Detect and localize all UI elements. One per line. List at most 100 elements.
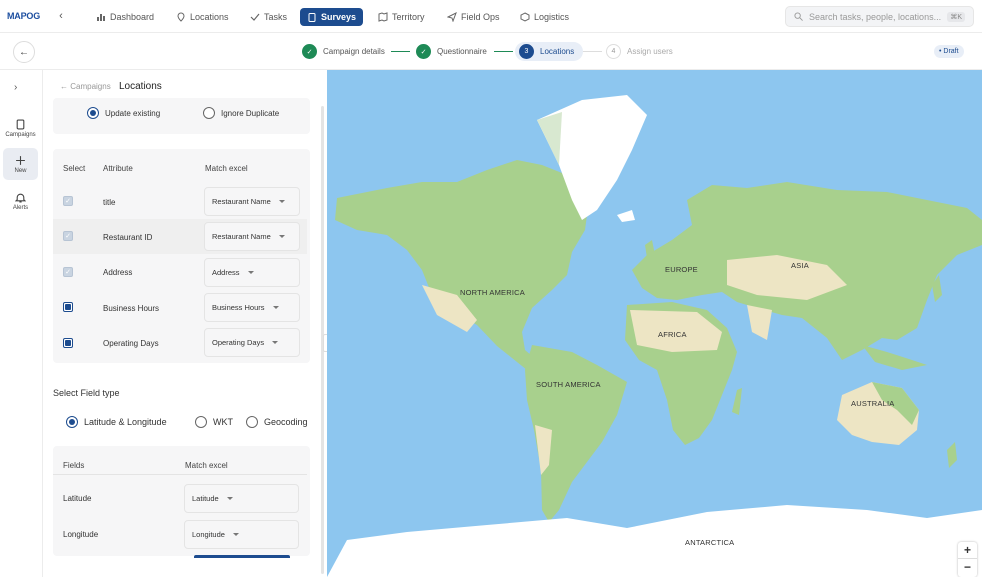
zoom-in-button[interactable]: + <box>958 542 977 559</box>
rail-label: Alerts <box>12 204 29 211</box>
match-dropdown[interactable]: Restaurant Name <box>204 187 300 216</box>
page-title: Locations <box>119 81 162 92</box>
row-checkbox-checked[interactable] <box>63 302 73 312</box>
radio-ignore-duplicate[interactable]: Ignore Duplicate <box>203 107 279 119</box>
nav-logistics-label: Logistics <box>534 12 570 22</box>
duplicate-options-card: Update existing Ignore Duplicate <box>53 98 310 134</box>
caret-down-icon <box>278 200 285 203</box>
attribute-name: Operating Days <box>103 339 159 348</box>
app-logo[interactable]: MAPOG <box>7 11 40 21</box>
table-row: ✓ Address Address <box>53 254 307 289</box>
nav-dashboard-label: Dashboard <box>110 12 155 22</box>
radio-geocoding[interactable]: Geocoding <box>246 416 308 428</box>
nav-surveys[interactable]: Surveys <box>300 8 364 26</box>
search-shortcut: ⌘K <box>947 11 965 22</box>
pin-icon <box>177 12 185 22</box>
map-label: AFRICA <box>658 330 687 339</box>
longitude-dropdown[interactable]: Longitude <box>184 520 299 549</box>
wizard-stepper: ← ✓ Campaign details ✓ Questionnaire 3 L… <box>0 33 982 70</box>
field-name: Latitude <box>63 494 92 503</box>
match-dropdown[interactable]: Restaurant Name <box>204 222 300 251</box>
column-header-match: Match excel <box>205 164 248 173</box>
row-checkbox-checked[interactable] <box>63 338 73 348</box>
nav-territory-label: Territory <box>392 12 425 22</box>
step-label: Questionnaire <box>437 47 487 56</box>
nav-dashboard[interactable]: Dashboard <box>89 8 161 26</box>
dropdown-value: Restaurant Name <box>212 197 271 206</box>
caret-down-icon <box>247 271 254 274</box>
match-dropdown[interactable]: Business Hours <box>204 293 300 322</box>
check-icon <box>250 13 260 21</box>
nav-surveys-label: Surveys <box>321 12 357 22</box>
map-label: SOUTH AMERICA <box>536 380 601 389</box>
rail-campaigns[interactable]: Campaigns <box>3 112 38 144</box>
chevron-left-icon: ‹ <box>59 10 63 22</box>
side-rail: › Campaigns New Alerts <box>0 70 43 577</box>
global-search[interactable]: Search tasks, people, locations... ⌘K <box>785 6 974 27</box>
breadcrumb[interactable]: ← Campaigns <box>60 82 111 91</box>
step-locations[interactable]: 3 Locations <box>515 42 584 61</box>
radio-label: Update existing <box>105 108 161 118</box>
step-number: 4 <box>606 44 621 59</box>
step-connector <box>583 51 602 52</box>
dropdown-value: Longitude <box>192 530 225 539</box>
table-row: Operating Days Operating Days <box>53 325 307 360</box>
match-dropdown[interactable]: Operating Days <box>204 328 300 357</box>
radio-unselected-icon <box>195 416 207 428</box>
row-checkbox-disabled: ✓ <box>63 231 73 241</box>
clipboard-icon <box>308 13 316 22</box>
field-name: Longitude <box>63 530 99 539</box>
zoom-out-button[interactable]: − <box>958 559 977 576</box>
desert-region <box>747 305 772 340</box>
dropdown-value: Business Hours <box>212 303 265 312</box>
attribute-name: Restaurant ID <box>103 233 153 242</box>
send-icon <box>447 12 457 22</box>
table-row: ✓ Restaurant ID Restaurant Name <box>53 219 307 254</box>
nav-locations-label: Locations <box>190 12 229 22</box>
table-row: Business Hours Business Hours <box>53 290 307 325</box>
radio-update-existing[interactable]: Update existing <box>87 107 160 119</box>
step-campaign-details[interactable]: ✓ Campaign details <box>302 42 385 61</box>
step-done-check-icon: ✓ <box>302 44 317 59</box>
nav-tasks-label: Tasks <box>264 12 288 22</box>
column-header-select: Select <box>63 164 86 173</box>
search-placeholder: Search tasks, people, locations... <box>809 11 942 22</box>
stepper-back-button[interactable]: ← <box>13 41 35 63</box>
nav-locations[interactable]: Locations <box>169 8 236 26</box>
step-assign-users[interactable]: 4 Assign users <box>606 42 673 61</box>
nav-logistics[interactable]: Logistics <box>513 8 576 26</box>
step-done-check-icon: ✓ <box>416 44 431 59</box>
nav-back-button[interactable]: ‹ <box>52 7 70 25</box>
uk-landmass <box>645 240 655 258</box>
nav-field-ops[interactable]: Field Ops <box>440 8 507 26</box>
map-label: ASIA <box>791 261 809 270</box>
rail-alerts[interactable]: Alerts <box>3 185 38 217</box>
radio-unselected-icon <box>203 107 215 119</box>
match-dropdown[interactable]: Address <box>204 258 300 287</box>
column-header-match: Match excel <box>185 461 228 470</box>
radio-label: WKT <box>213 417 233 427</box>
status-badge: • Draft <box>934 45 964 58</box>
column-header-fields: Fields <box>63 461 85 470</box>
nav-territory[interactable]: Territory <box>371 8 432 26</box>
attribute-mapping-table: Select Attribute Match excel ✓ title Res… <box>53 149 310 363</box>
row-checkbox-disabled: ✓ <box>63 267 73 277</box>
dropdown-value: Address <box>212 268 240 277</box>
nav-tasks[interactable]: Tasks <box>243 8 294 26</box>
search-icon <box>794 12 803 21</box>
expand-sidebar-button[interactable]: › <box>14 82 17 93</box>
latitude-dropdown[interactable]: Latitude <box>184 484 299 513</box>
chevron-right-icon: › <box>14 82 18 93</box>
step-questionnaire[interactable]: ✓ Questionnaire <box>416 42 487 61</box>
rail-new[interactable]: New <box>3 148 38 180</box>
radio-lat-long[interactable]: Latitude & Longitude <box>66 416 167 428</box>
field-type-section-label: Select Field type <box>53 388 120 398</box>
primary-button-edge[interactable] <box>194 555 290 558</box>
logo-text: MAPOG <box>7 11 41 21</box>
map-icon <box>378 12 388 22</box>
world-map[interactable]: NORTH AMERICA SOUTH AMERICA EUROPE AFRIC… <box>327 70 982 577</box>
radio-label: Latitude & Longitude <box>84 417 167 427</box>
caret-down-icon <box>272 341 279 344</box>
caret-down-icon <box>226 497 233 500</box>
radio-wkt[interactable]: WKT <box>195 416 233 428</box>
